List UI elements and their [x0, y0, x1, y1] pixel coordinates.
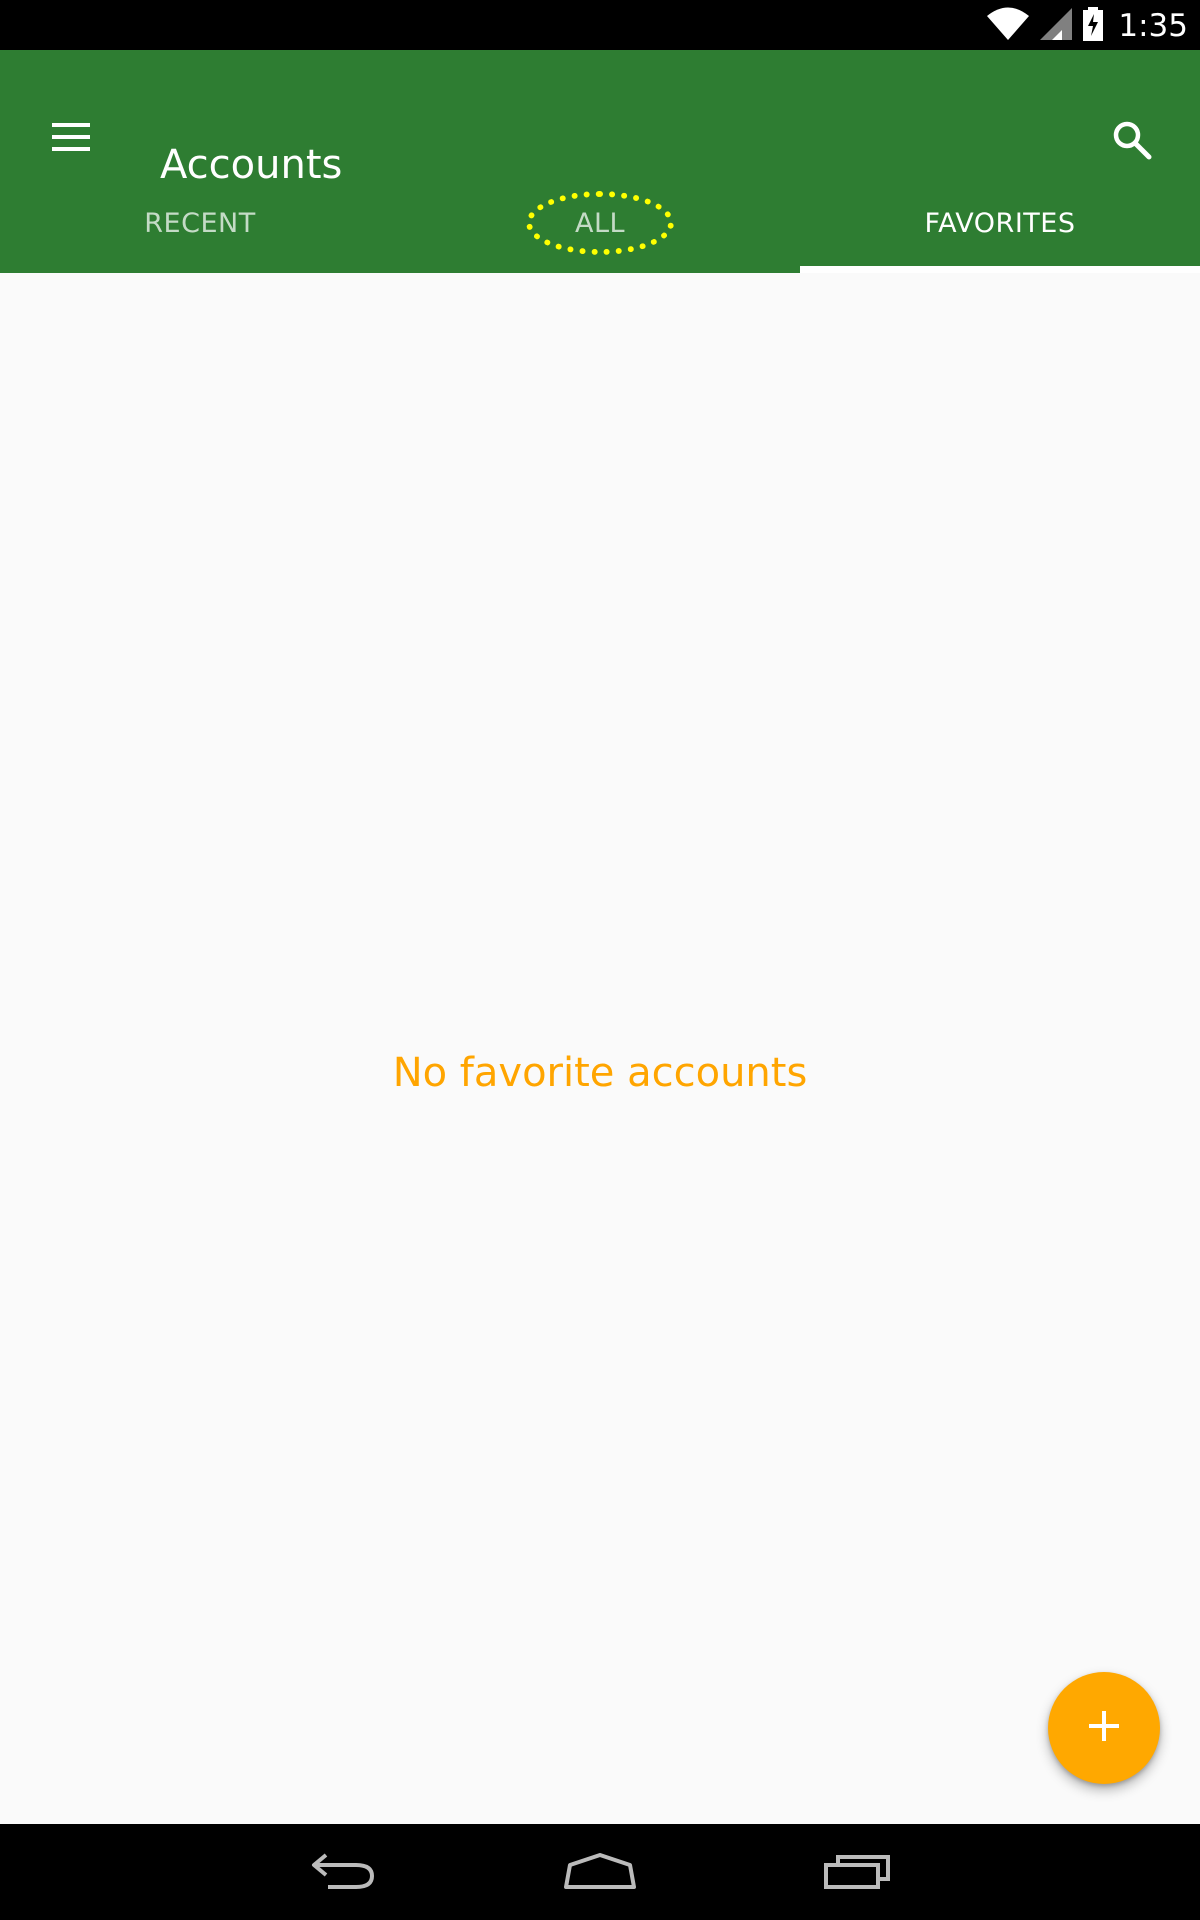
recents-icon: [822, 1851, 894, 1896]
tab-recent[interactable]: RECENT: [0, 176, 400, 270]
home-icon: [562, 1851, 638, 1896]
add-account-button[interactable]: [1048, 1672, 1160, 1784]
status-time: 1:35: [1118, 8, 1188, 44]
navigation-bar: [0, 1824, 1200, 1920]
screen: 1:35 Accounts RECENT ALL FAVORITES No fa…: [0, 0, 1200, 1920]
tab-label: FAVORITES: [924, 207, 1076, 239]
tab-favorites[interactable]: FAVORITES: [800, 176, 1200, 270]
recents-button[interactable]: [808, 1838, 908, 1908]
tab-label: RECENT: [144, 207, 256, 239]
battery-charging-icon: [1082, 6, 1104, 46]
search-button[interactable]: [1100, 110, 1164, 174]
wifi-icon: [986, 7, 1030, 46]
tab-indicator: [800, 266, 1200, 273]
tab-bar: RECENT ALL FAVORITES: [0, 176, 1200, 270]
status-bar: 1:35: [0, 0, 1200, 50]
search-icon: [1112, 120, 1152, 165]
menu-button[interactable]: [36, 112, 108, 166]
plus-icon: [1087, 1709, 1121, 1748]
home-button[interactable]: [550, 1838, 650, 1908]
status-icons: 1:35: [986, 6, 1188, 46]
tab-all[interactable]: ALL: [400, 176, 800, 270]
back-icon: [308, 1851, 378, 1896]
back-button[interactable]: [293, 1838, 393, 1908]
tab-label: ALL: [574, 207, 626, 239]
menu-icon: [52, 122, 92, 157]
empty-state-message: No favorite accounts: [392, 1050, 808, 1096]
signal-icon: [1038, 7, 1074, 46]
